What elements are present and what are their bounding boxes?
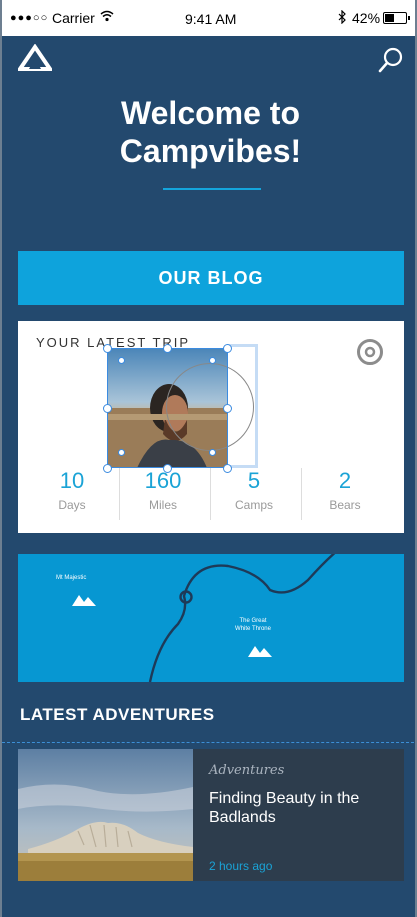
welcome-line-2: Campvibes! [119, 133, 302, 169]
status-bar: ●●●○○ Carrier 9:41 AM 42% [2, 0, 415, 36]
battery-percent: 42% [352, 10, 381, 26]
search-icon[interactable] [377, 46, 405, 74]
stat-label: Bears [329, 498, 361, 512]
resize-handle[interactable] [223, 404, 232, 413]
stat-days: 10 Days [27, 466, 117, 514]
status-time: 9:41 AM [185, 11, 237, 27]
mountain-icon[interactable] [72, 593, 96, 607]
resize-handle[interactable] [118, 357, 125, 364]
signal-strength-icon: ●●●○○ [10, 12, 49, 24]
stat-label: Miles [148, 498, 177, 512]
stat-bears: 2 Bears [300, 466, 390, 514]
trip-stats: 10 Days 160 Miles 5 Camps 2 Bears [18, 466, 404, 522]
map-label-mt-majestic: Mt Majestic [56, 575, 87, 581]
resize-handle[interactable] [223, 344, 232, 353]
carrier-name: Carrier [52, 10, 95, 26]
resize-handle[interactable] [163, 344, 172, 353]
map-label-great-white-throne: The Great White Throne [228, 617, 278, 633]
latest-adventures-heading: LATEST ADVENTURES [20, 705, 215, 724]
resize-handle[interactable] [209, 357, 216, 364]
resize-handle[interactable] [118, 449, 125, 456]
stat-label: Camps [234, 498, 273, 512]
stat-value: 2 [338, 468, 352, 493]
stat-label: Days [58, 498, 86, 512]
resize-handle[interactable] [103, 344, 112, 353]
stat-value: 160 [144, 468, 182, 493]
app-screen: ●●●○○ Carrier 9:41 AM 42% Welcome to Cam… [0, 0, 417, 917]
trip-map[interactable]: Mt Majestic The Great White Throne [18, 554, 404, 682]
tent-triangle-icon[interactable] [18, 44, 52, 72]
adventure-timestamp: 2 hours ago [209, 859, 273, 873]
adventure-category: Adventures [209, 763, 285, 778]
adventure-card[interactable]: Adventures Finding Beauty in the Badland… [18, 749, 404, 881]
welcome-heading: Welcome to Campvibes! [2, 94, 415, 170]
battery-icon [383, 12, 410, 24]
selection-shadow [228, 344, 258, 468]
stat-camps: 5 Camps [209, 466, 299, 514]
mountain-icon[interactable] [248, 644, 272, 658]
stat-miles: 160 Miles [118, 466, 208, 514]
stat-value: 5 [247, 468, 261, 493]
welcome-line-1: Welcome to [121, 95, 300, 131]
bluetooth-icon [338, 10, 346, 24]
resize-handle[interactable] [103, 404, 112, 413]
wifi-icon [100, 10, 114, 22]
resize-handle[interactable] [209, 449, 216, 456]
map-label-line: The Great [239, 618, 267, 624]
compass-target-icon[interactable] [356, 338, 384, 366]
map-label-line: White Throne [235, 626, 271, 632]
title-divider [163, 188, 261, 190]
badlands-photo [18, 749, 193, 881]
latest-trip-card[interactable]: YOUR LATEST TRIP 10 Days 160 Miles 5 Cam… [18, 321, 404, 533]
stat-value: 10 [59, 468, 85, 493]
adventure-title[interactable]: Finding Beauty in the Badlands [209, 789, 389, 827]
guide-line [2, 742, 415, 743]
our-blog-button[interactable]: OUR BLOG [18, 251, 404, 305]
